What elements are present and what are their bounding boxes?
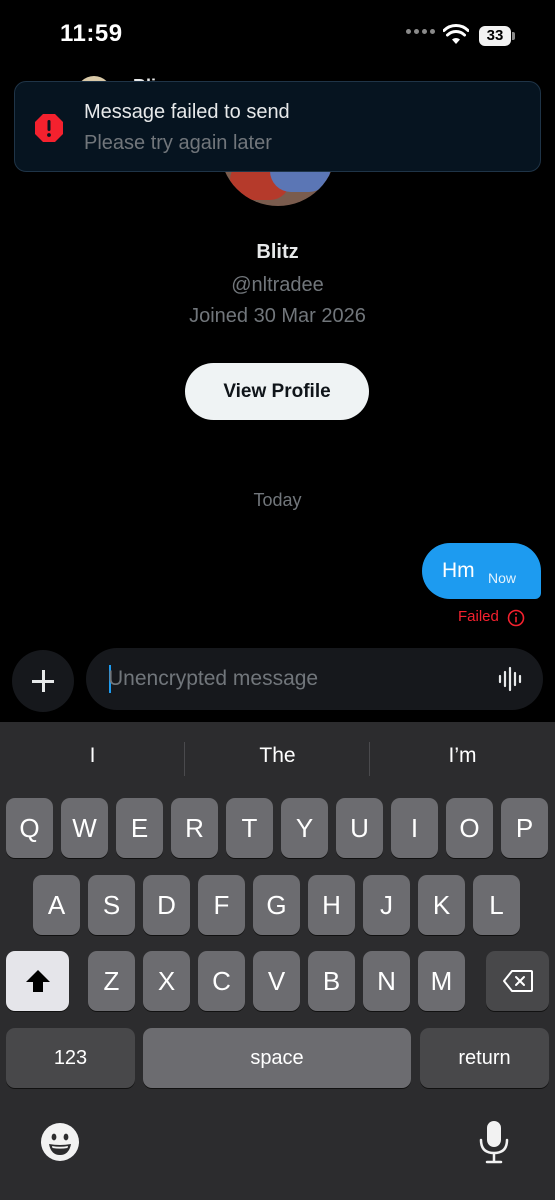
key-h[interactable]: H xyxy=(308,875,355,935)
message-text: Hm xyxy=(442,559,475,582)
message-time: Now xyxy=(488,570,517,586)
space-key[interactable]: space xyxy=(143,1028,411,1088)
profile-handle: @nltradee xyxy=(231,274,324,296)
info-icon[interactable] xyxy=(507,609,525,627)
battery-icon: 33 xyxy=(479,26,515,46)
emoji-icon[interactable] xyxy=(40,1122,80,1162)
return-key[interactable]: return xyxy=(420,1028,549,1088)
key-q[interactable]: Q xyxy=(6,798,53,858)
key-w[interactable]: W xyxy=(61,798,108,858)
key-k[interactable]: K xyxy=(418,875,465,935)
key-y[interactable]: Y xyxy=(281,798,328,858)
dictation-mic-icon[interactable] xyxy=(478,1120,510,1164)
key-j[interactable]: J xyxy=(363,875,410,935)
suggestion-bar: I The I’m xyxy=(0,722,555,798)
message-input[interactable] xyxy=(108,663,488,695)
toast-subtitle: Please try again later xyxy=(84,132,272,154)
suggestion-item[interactable]: The xyxy=(185,744,370,768)
key-e[interactable]: E xyxy=(116,798,163,858)
key-s[interactable]: S xyxy=(88,875,135,935)
voice-message-icon[interactable] xyxy=(498,666,524,692)
backspace-icon xyxy=(502,970,533,992)
status-bar: 11:59 33 xyxy=(0,0,555,70)
key-v[interactable]: V xyxy=(253,951,300,1011)
shift-key[interactable] xyxy=(6,951,69,1011)
error-toast[interactable]: Message failed to send Please try again … xyxy=(14,81,541,172)
suggestion-item[interactable]: I’m xyxy=(370,744,555,768)
key-c[interactable]: C xyxy=(198,951,245,1011)
backspace-key[interactable] xyxy=(486,951,549,1011)
wifi-icon xyxy=(443,24,469,44)
shift-icon xyxy=(25,970,50,992)
cellular-signal-icon xyxy=(406,29,436,37)
key-z[interactable]: Z xyxy=(88,951,135,1011)
key-p[interactable]: P xyxy=(501,798,548,858)
key-x[interactable]: X xyxy=(143,951,190,1011)
key-t[interactable]: T xyxy=(226,798,273,858)
suggestion-item[interactable]: I xyxy=(0,744,185,768)
profile-joined-date: Joined 30 Mar 2026 xyxy=(189,305,366,327)
view-profile-button[interactable]: View Profile xyxy=(185,363,369,420)
key-a[interactable]: A xyxy=(33,875,80,935)
key-m[interactable]: M xyxy=(418,951,465,1011)
key-d[interactable]: D xyxy=(143,875,190,935)
key-g[interactable]: G xyxy=(253,875,300,935)
key-n[interactable]: N xyxy=(363,951,410,1011)
key-l[interactable]: L xyxy=(473,875,520,935)
battery-level: 33 xyxy=(479,26,511,46)
key-i[interactable]: I xyxy=(391,798,438,858)
add-attachment-button[interactable] xyxy=(12,650,74,712)
key-r[interactable]: R xyxy=(171,798,218,858)
toast-title: Message failed to send xyxy=(84,101,290,123)
status-time: 11:59 xyxy=(60,20,123,47)
key-f[interactable]: F xyxy=(198,875,245,935)
keyboard: I The I’m Q W E R T Y U I O P A S D F G … xyxy=(0,722,555,1200)
message-failed-label[interactable]: Failed xyxy=(458,608,499,628)
key-b[interactable]: B xyxy=(308,951,355,1011)
message-composer[interactable] xyxy=(86,648,543,710)
profile-name: Blitz xyxy=(256,241,299,263)
numbers-key[interactable]: 123 xyxy=(6,1028,135,1088)
error-octagon-icon xyxy=(35,114,63,142)
day-separator: Today xyxy=(253,490,302,510)
message-bubble[interactable]: Hm Now xyxy=(422,543,541,599)
key-u[interactable]: U xyxy=(336,798,383,858)
key-o[interactable]: O xyxy=(446,798,493,858)
